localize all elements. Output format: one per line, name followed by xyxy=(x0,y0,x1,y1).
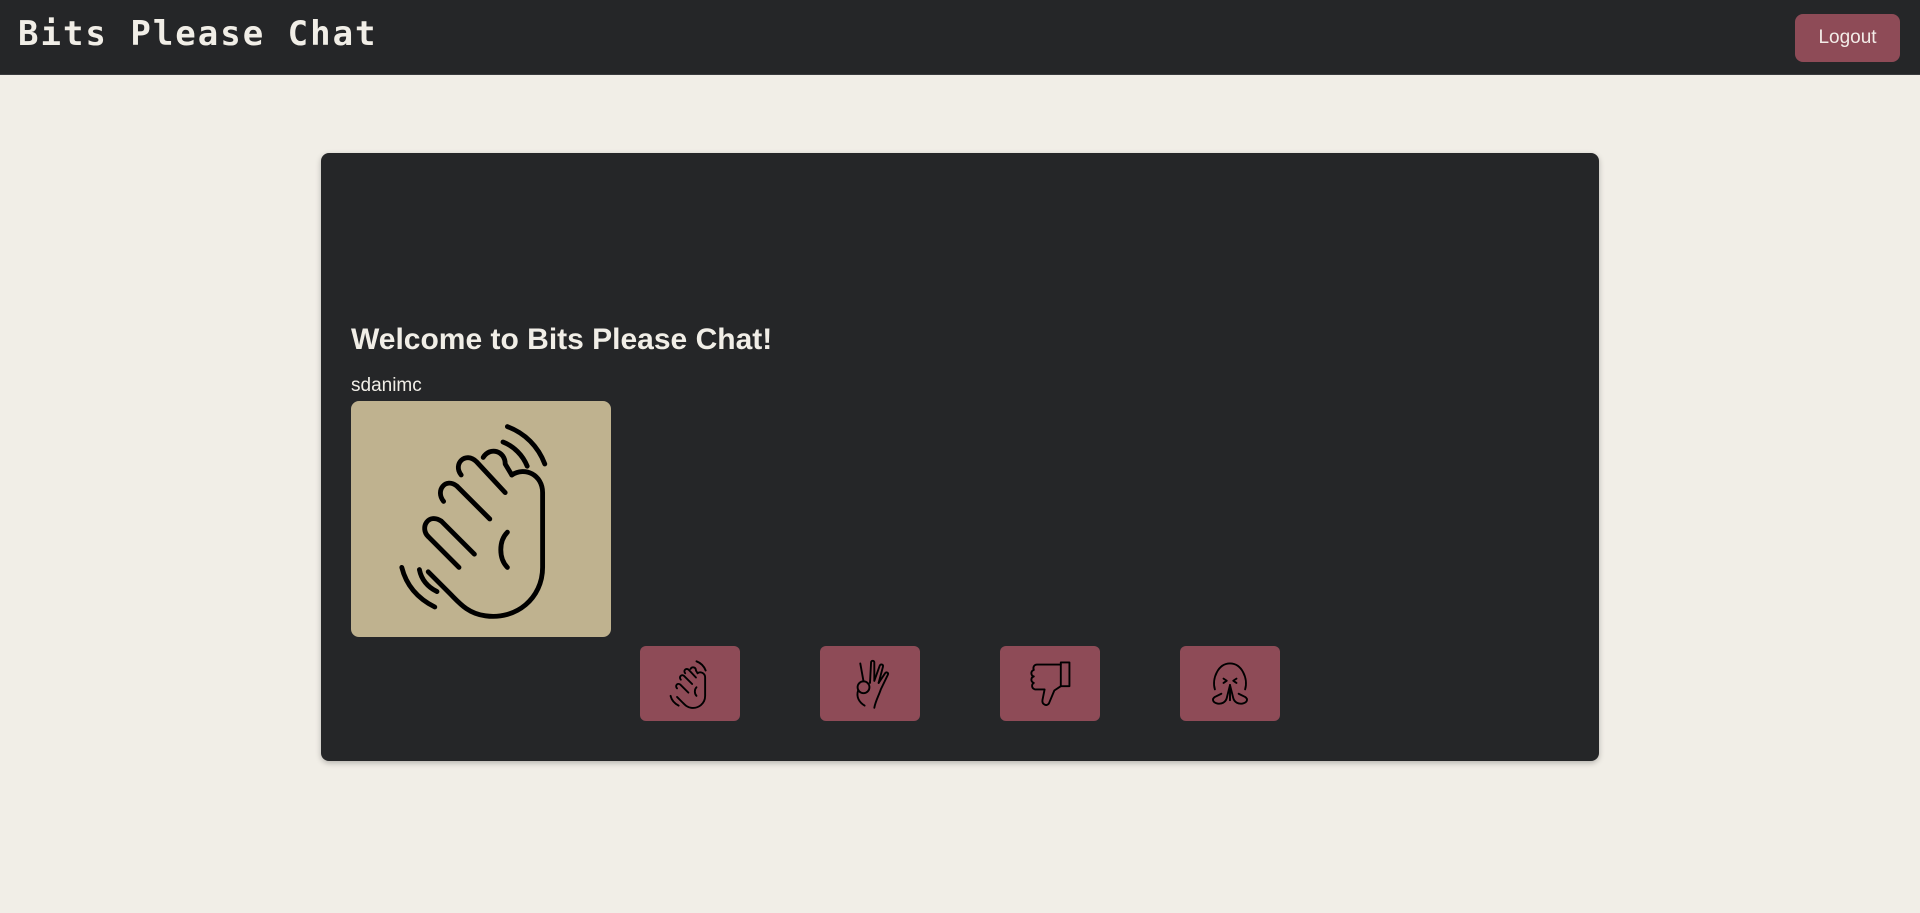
waving-hand-icon xyxy=(663,657,717,711)
reaction-ok-button[interactable] xyxy=(820,646,920,721)
username-label: sdanimc xyxy=(351,375,422,396)
logout-button[interactable]: Logout xyxy=(1795,14,1900,62)
welcome-heading: Welcome to Bits Please Chat! xyxy=(351,323,773,356)
chat-panel: Welcome to Bits Please Chat! sdanimc xyxy=(321,153,1599,761)
ok-hand-icon xyxy=(843,657,897,711)
waving-hand-icon xyxy=(371,409,591,629)
app-title: Bits Please Chat xyxy=(18,14,378,54)
reaction-thumbs-down-button[interactable] xyxy=(1000,646,1100,721)
face-palms-together-icon xyxy=(1203,657,1257,711)
top-nav-bar: Bits Please Chat Logout xyxy=(0,0,1920,75)
user-avatar xyxy=(351,401,611,637)
reaction-wave-button[interactable] xyxy=(640,646,740,721)
reaction-bar xyxy=(321,646,1599,722)
thumbs-down-icon xyxy=(1023,657,1077,711)
reaction-facepalm-button[interactable] xyxy=(1180,646,1280,721)
